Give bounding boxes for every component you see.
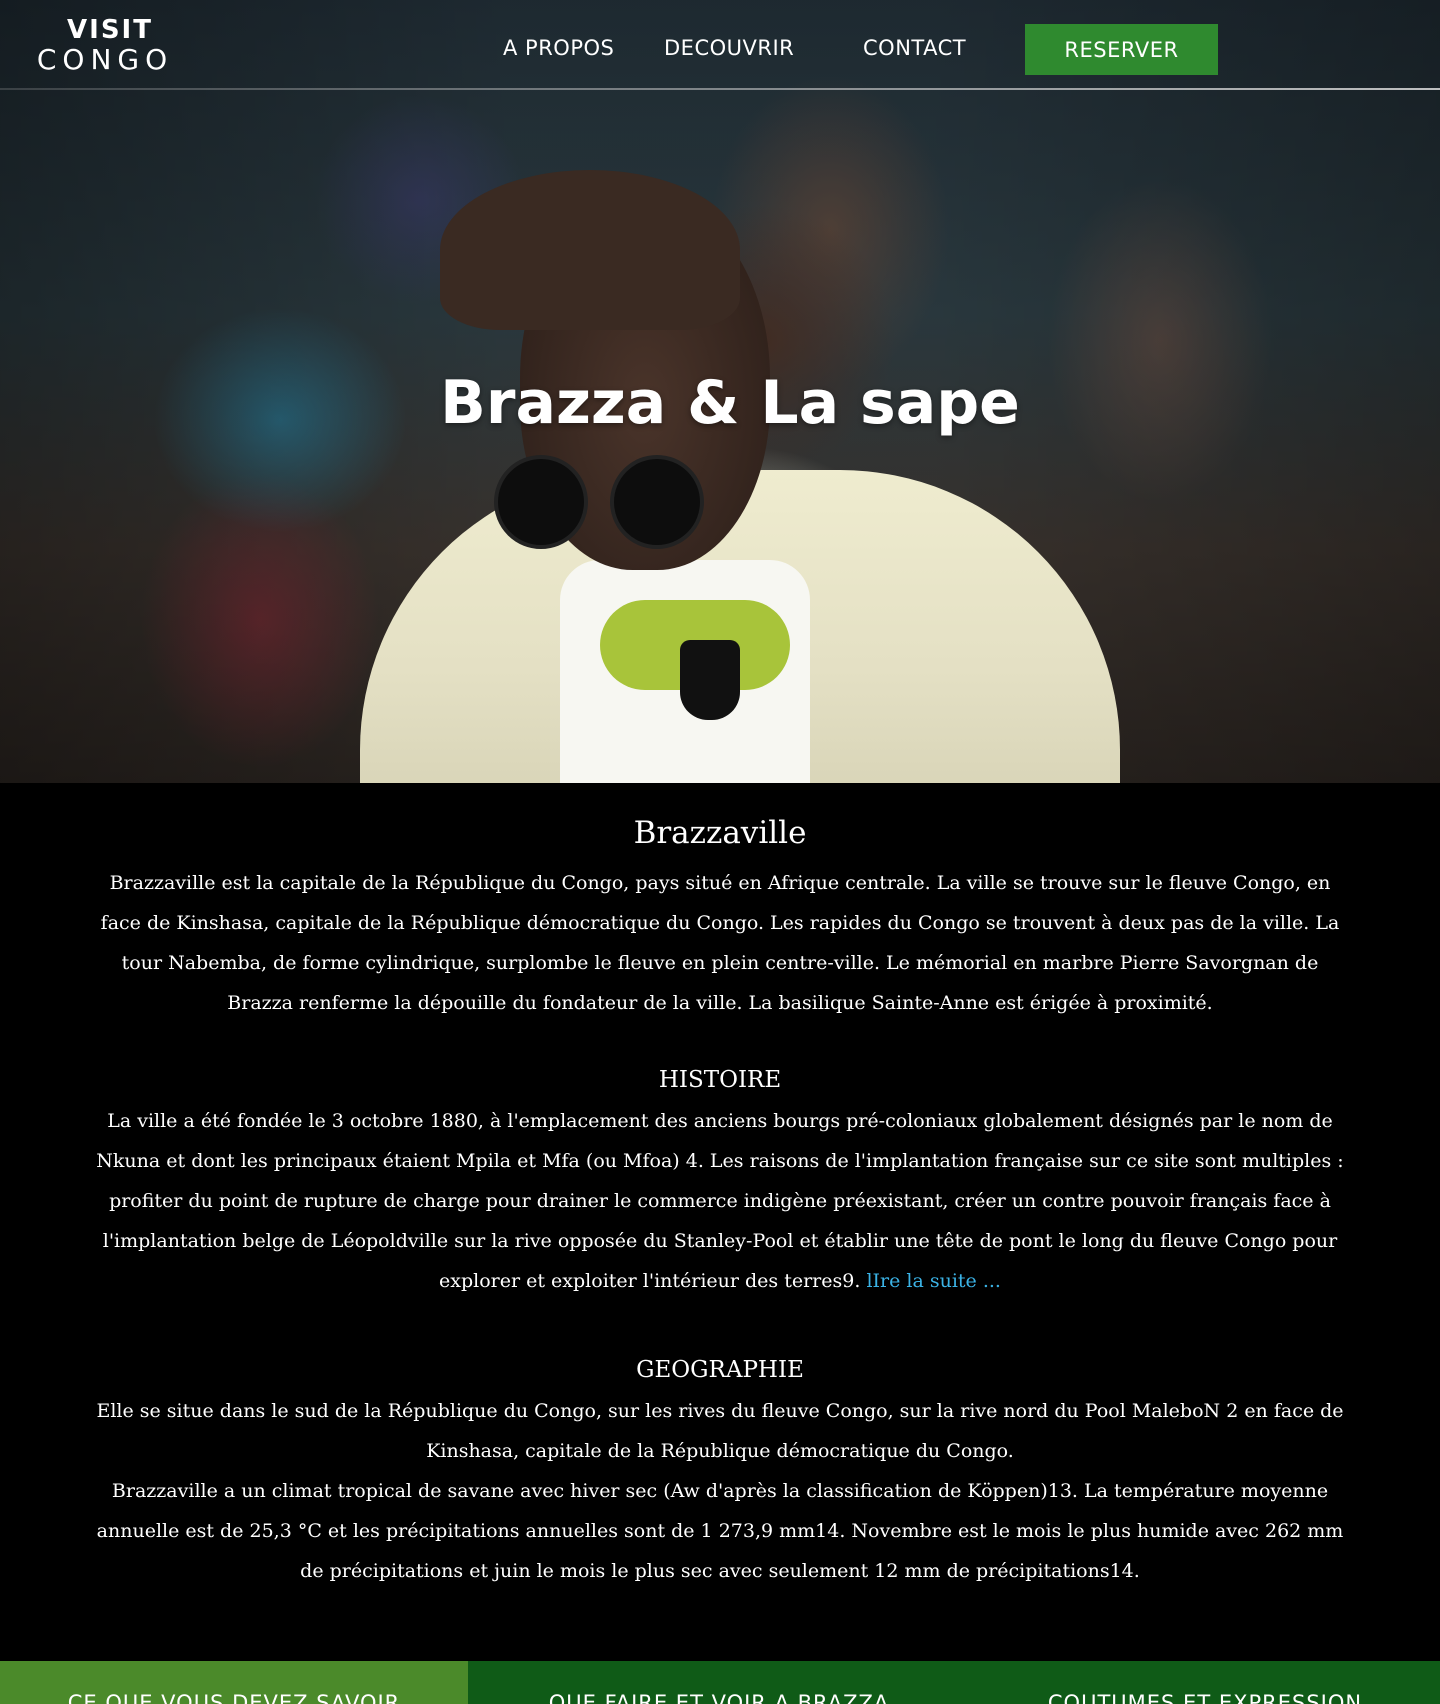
category-tabs: CE QUE VOUS DEVEZ SAVOIR QUE FAIRE ET VO… — [0, 1661, 1440, 1704]
intro-heading: Brazzaville — [633, 815, 807, 851]
hero-banner: Brazza & La sape — [0, 0, 1440, 783]
geographie-text-1: Elle se situe dans le sud de la Républiq… — [96, 1400, 1344, 1462]
site-logo[interactable]: VISIT CONGO — [30, 16, 180, 76]
nav-link-a-propos[interactable]: A PROPOS — [503, 36, 614, 60]
reserve-button[interactable]: RESERVER — [1025, 24, 1218, 75]
geographie-section: GEOGRAPHIE Elle se situe dans le sud de … — [90, 1357, 1350, 1591]
geographie-heading: GEOGRAPHIE — [636, 1357, 804, 1383]
main-content: Brazzaville Brazzaville est la capitale … — [0, 783, 1440, 1591]
nav-link-decouvrir[interactable]: DECOUVRIR — [664, 36, 794, 60]
nav-link-contact[interactable]: CONTACT — [863, 36, 966, 60]
intro-section: Brazzaville Brazzaville est la capitale … — [90, 815, 1350, 1023]
logo-line-2: CONGO — [36, 43, 174, 76]
nav-divider — [0, 88, 1440, 90]
geographie-text-2: Brazzaville a un climat tropical de sava… — [96, 1480, 1344, 1582]
histoire-text: La ville a été fondée le 3 octobre 1880,… — [96, 1110, 1344, 1292]
histoire-paragraph: La ville a été fondée le 3 octobre 1880,… — [90, 1101, 1350, 1301]
logo-line-1: VISIT — [67, 15, 153, 45]
histoire-section: HISTOIRE La ville a été fondée le 3 octo… — [90, 1067, 1350, 1301]
histoire-heading: HISTOIRE — [658, 1067, 782, 1093]
tab-ce-que-vous-devez-savoir[interactable]: CE QUE VOUS DEVEZ SAVOIR — [0, 1661, 468, 1704]
read-more-link[interactable]: lIre la suite ... — [866, 1270, 1001, 1292]
tab-coutumes-et-expression[interactable]: COUTUMES ET EXPRESSION — [970, 1661, 1440, 1704]
intro-text: Brazzaville est la capitale de la Républ… — [100, 872, 1340, 1014]
tab-que-faire-et-voir[interactable]: QUE FAIRE ET VOIR A BRAZZA — [468, 1661, 970, 1704]
top-navigation: VISIT CONGO A PROPOS DECOUVRIR CONTACT R… — [0, 0, 1440, 90]
hero-title: Brazza & La sape — [440, 368, 1020, 438]
